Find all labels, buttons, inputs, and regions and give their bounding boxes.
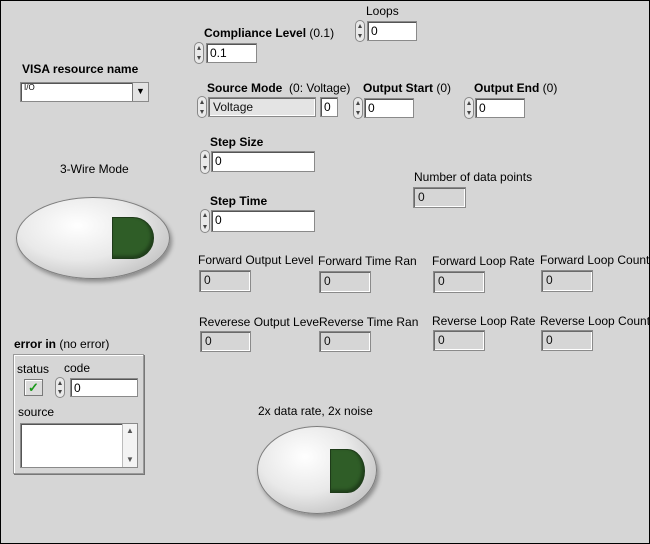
reverse-loop-rate-indicator: 0 (433, 330, 485, 351)
scroll-up-icon[interactable]: ▲ (123, 424, 137, 438)
source-mode-spinner-icon[interactable] (197, 96, 207, 118)
error-in-hint: (no error) (59, 337, 110, 351)
scroll-down-icon[interactable]: ▼ (123, 453, 137, 467)
source-mode-ring[interactable]: Voltage (208, 97, 316, 117)
code-spinner-icon[interactable] (55, 377, 65, 398)
source-mode-index: 0 (320, 97, 338, 117)
forward-loop-rate-label: Forward Loop Rate (432, 254, 535, 268)
step-size-label: Step Size (210, 135, 264, 149)
step-time-input[interactable]: 0 (211, 210, 315, 232)
three-wire-mode-button[interactable] (16, 197, 170, 279)
forward-output-level-indicator: 0 (199, 270, 251, 292)
step-time-label: Step Time (210, 194, 268, 208)
reverse-time-ran-label: Reverse Time Ran (319, 315, 419, 329)
two-x-led-icon (330, 449, 365, 493)
reverse-loop-count-label: Reverse Loop Count (540, 314, 650, 328)
visa-resource-select[interactable]: I/O ▼ (20, 82, 149, 102)
error-source-label: source (18, 405, 55, 419)
forward-loop-rate-indicator: 0 (433, 271, 485, 293)
compliance-level-title: Compliance Level (204, 26, 307, 40)
reverse-loop-rate-label: Reverse Loop Rate (432, 314, 536, 328)
num-data-points-indicator: 0 (413, 187, 466, 208)
forward-loop-count-indicator: 0 (541, 270, 593, 292)
output-start-input[interactable]: 0 (364, 98, 414, 118)
error-source-textarea[interactable]: ▲ ▼ (20, 423, 138, 468)
output-start-spinner-icon[interactable] (353, 97, 363, 119)
compliance-spinner-icon[interactable] (194, 42, 204, 64)
visa-resource-label: VISA resource name (22, 62, 139, 76)
error-status-label: status (17, 362, 50, 376)
output-start-title: Output Start (363, 81, 433, 95)
output-end-spinner-icon[interactable] (464, 97, 474, 119)
error-code-label: code (64, 361, 91, 375)
forward-loop-count-label: Forward Loop Count (540, 253, 650, 267)
check-icon: ✓ (28, 380, 39, 395)
step-time-spinner-icon[interactable] (200, 209, 210, 233)
forward-time-ran-label: Forward Time Ran (318, 254, 417, 268)
error-in-label: error in (no error) (14, 337, 109, 351)
output-end-input[interactable]: 0 (475, 98, 525, 118)
source-mode-label: Source Mode (0: Voltage) (207, 81, 350, 95)
reverse-loop-count-indicator: 0 (541, 330, 593, 351)
compliance-level-hint: (0.1) (309, 26, 335, 40)
error-in-cluster: status ✓ code 0 source ▲ ▼ (13, 354, 144, 474)
reverse-output-level-indicator: 0 (200, 331, 251, 352)
compliance-level-label: Compliance Level (0.1) (204, 26, 334, 40)
output-end-title: Output End (474, 81, 540, 95)
error-in-title: error in (14, 337, 57, 351)
reverse-output-level-label: Reverese Output Level (199, 315, 322, 329)
two-x-data-rate-label: 2x data rate, 2x noise (258, 404, 373, 418)
loops-label: Loops (366, 4, 399, 18)
output-end-label: Output End (0) (474, 81, 557, 95)
output-start-label: Output Start (0) (363, 81, 451, 95)
reverse-time-ran-indicator: 0 (319, 331, 371, 352)
three-wire-led-icon (112, 217, 154, 259)
source-mode-title: Source Mode (207, 81, 283, 95)
forward-time-ran-indicator: 0 (319, 271, 371, 293)
error-code-input[interactable]: 0 (70, 378, 138, 397)
front-panel: Loops 0 Compliance Level (0.1) 0.1 VISA … (0, 0, 650, 544)
compliance-level-input[interactable]: 0.1 (206, 43, 257, 63)
source-scrollbar[interactable]: ▲ ▼ (122, 424, 137, 467)
source-mode-hint: (0: Voltage) (289, 81, 351, 95)
step-size-spinner-icon[interactable] (200, 150, 210, 174)
two-x-data-rate-button[interactable] (257, 426, 377, 514)
status-checkbox[interactable]: ✓ (24, 379, 43, 396)
three-wire-mode-label: 3-Wire Mode (60, 162, 129, 176)
forward-output-level-label: Forward Output Level (198, 253, 314, 267)
num-data-points-label: Number of data points (414, 170, 533, 184)
loops-spinner-icon[interactable] (355, 20, 365, 42)
dropdown-arrow-icon[interactable]: ▼ (132, 83, 148, 101)
visa-io-icon: I/O (24, 83, 35, 92)
output-end-hint: (0) (542, 81, 558, 95)
output-start-hint: (0) (436, 81, 452, 95)
loops-input[interactable]: 0 (367, 21, 417, 41)
step-size-input[interactable]: 0 (211, 151, 315, 172)
